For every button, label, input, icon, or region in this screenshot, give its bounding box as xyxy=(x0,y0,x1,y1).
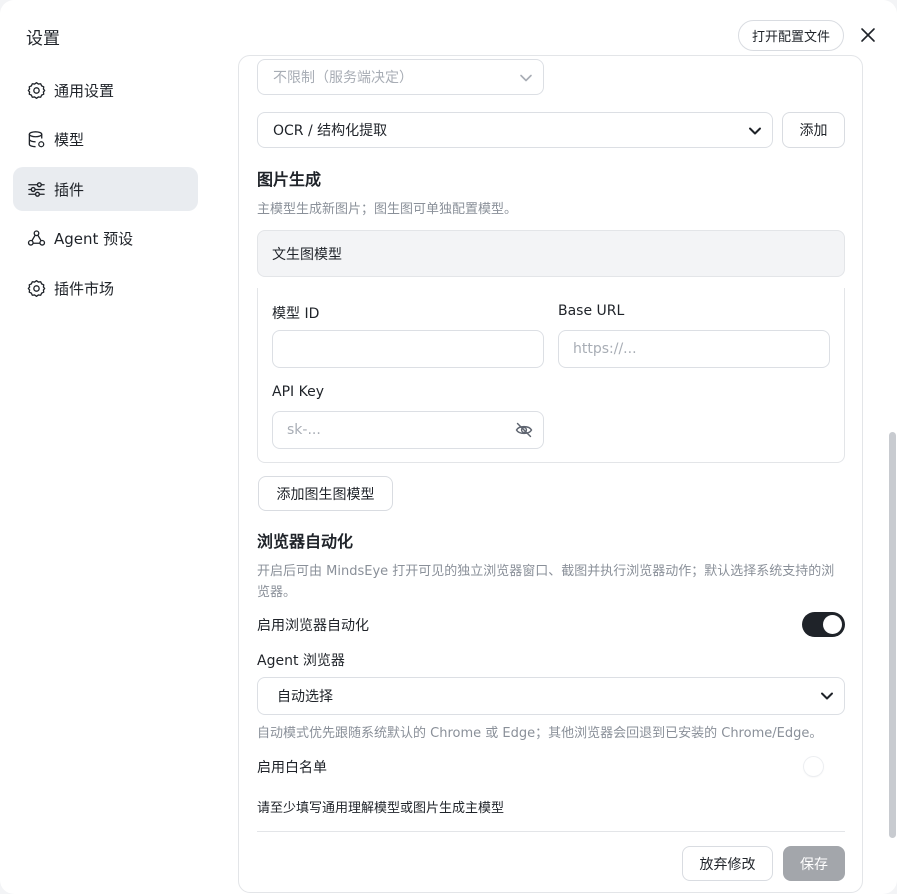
sidebar-item-plugin-market[interactable]: 插件市场 xyxy=(13,266,198,310)
chevron-down-icon xyxy=(749,127,761,135)
whitelist-label: 启用白名单 xyxy=(257,760,327,776)
database-icon xyxy=(26,130,46,150)
agent-icon xyxy=(26,229,46,249)
browser-automation-title: 浏览器自动化 xyxy=(257,532,354,551)
browser-automation-toggle[interactable] xyxy=(802,612,845,637)
sidebar-item-label: 插件市场 xyxy=(54,279,115,298)
settings-window: 设置 打开配置文件 通用设置 模型 插件 Agent 预设 插件市场 不限制（服… xyxy=(0,0,897,894)
browser-automation-desc: 开启后可由 MindsEye 打开可见的独立浏览器窗口、截图并执行浏览器动作；默… xyxy=(257,564,835,600)
window-title: 设置 xyxy=(26,29,60,49)
base-url-input[interactable]: https://... xyxy=(558,330,830,368)
sidebar-item-label: 通用设置 xyxy=(54,81,115,100)
plugin-select[interactable]: OCR / 结构化提取 xyxy=(257,112,773,148)
save-button[interactable]: 保存 xyxy=(783,846,845,881)
discard-changes-button[interactable]: 放弃修改 xyxy=(682,846,773,881)
plugin-select-value: OCR / 结构化提取 xyxy=(273,123,388,139)
text2img-card-header[interactable]: 文生图模型 xyxy=(257,230,845,277)
api-key-label: API Key xyxy=(272,384,324,400)
sidebar-item-plugins[interactable]: 插件 xyxy=(13,167,198,211)
whitelist-toggle[interactable] xyxy=(802,754,845,779)
close-icon[interactable] xyxy=(856,23,880,47)
image-gen-desc: 主模型生成新图片；图生图可单独配置模型。 xyxy=(257,202,518,217)
image-gen-title: 图片生成 xyxy=(257,170,322,189)
footer-divider xyxy=(257,831,845,832)
sidebar-item-models[interactable]: 模型 xyxy=(13,118,198,162)
eye-off-icon[interactable] xyxy=(515,422,533,438)
model-id-label: 模型 ID xyxy=(272,306,320,322)
sidebar-item-agent-presets[interactable]: Agent 预设 xyxy=(13,217,198,261)
sidebar-item-general[interactable]: 通用设置 xyxy=(13,68,198,112)
agent-browser-value: 自动选择 xyxy=(277,689,333,705)
gear-icon xyxy=(26,80,46,100)
text2img-card-title: 文生图模型 xyxy=(272,246,342,263)
sidebar-item-label: 模型 xyxy=(54,131,85,149)
sidebar-item-label: Agent 预设 xyxy=(54,230,134,248)
add-img2img-button[interactable]: 添加图生图模型 xyxy=(258,476,393,511)
sliders-icon xyxy=(26,179,46,199)
enable-browser-label: 启用浏览器自动化 xyxy=(257,618,369,634)
gear-icon xyxy=(26,278,46,298)
add-plugin-button[interactable]: 添加 xyxy=(782,112,845,148)
model-id-input[interactable] xyxy=(272,330,544,368)
agent-browser-label: Agent 浏览器 xyxy=(257,653,345,669)
toggle-knob xyxy=(804,757,823,776)
toggle-knob xyxy=(823,615,842,634)
base-url-label: Base URL xyxy=(558,303,625,319)
chevron-down-icon xyxy=(821,692,833,700)
open-config-button[interactable]: 打开配置文件 xyxy=(738,20,844,51)
agent-browser-select[interactable]: 自动选择 xyxy=(257,677,845,715)
scrollbar-thumb[interactable] xyxy=(889,432,896,838)
api-key-placeholder: sk-... xyxy=(287,422,321,438)
sidebar: 通用设置 模型 插件 Agent 预设 插件市场 xyxy=(13,68,198,316)
auto-mode-hint: 自动模式优先跟随系统默认的 Chrome 或 Edge；其他浏览器会回退到已安装… xyxy=(257,726,823,741)
chevron-down-icon xyxy=(520,74,532,82)
sidebar-item-label: 插件 xyxy=(54,180,85,199)
validation-warning: 请至少填写通用理解模型或图片生成主模型 xyxy=(257,801,505,816)
api-key-input[interactable]: sk-... xyxy=(272,411,544,449)
plugin-settings-panel[interactable]: 不限制（服务端决定） OCR / 结构化提取 添加 图片生成 主模型生成新图片；… xyxy=(238,55,863,893)
limit-select: 不限制（服务端决定） xyxy=(257,59,544,95)
limit-select-value: 不限制（服务端决定） xyxy=(273,70,413,86)
